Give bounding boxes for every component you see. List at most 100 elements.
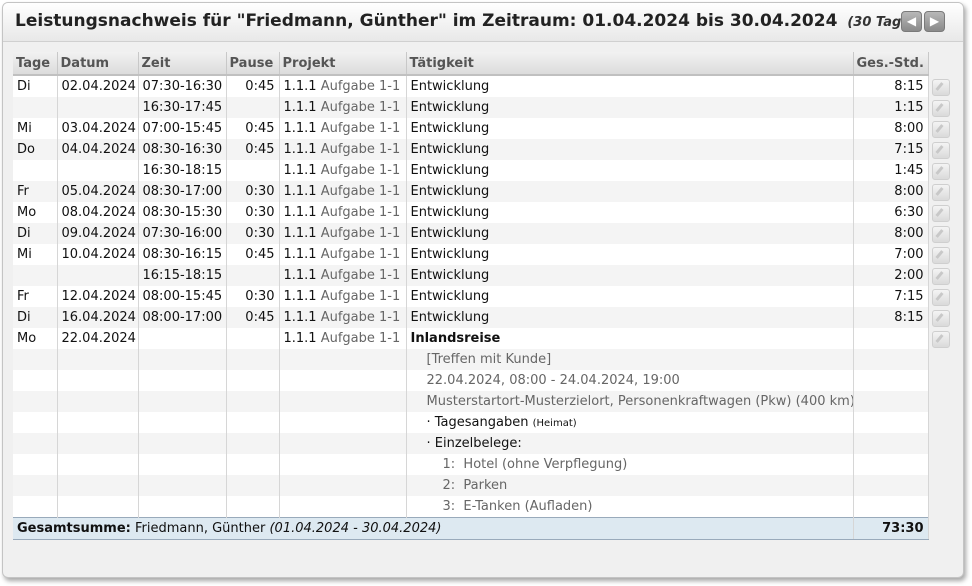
- cell-project: 1.1.1 Aufgabe 1-1: [279, 139, 407, 160]
- col-header-datum[interactable]: Datum: [57, 52, 139, 76]
- cell-hours: 8:00: [853, 118, 929, 139]
- edit-icon[interactable]: [932, 205, 950, 222]
- cell-day: Mo: [13, 202, 58, 223]
- cell-hours: 8:00: [853, 181, 929, 202]
- cell-date: [57, 97, 139, 118]
- cell-time: 07:00-15:45: [138, 118, 227, 139]
- project-code: 1.1.1: [283, 184, 317, 199]
- next-arrow-icon[interactable]: ▶: [924, 11, 945, 32]
- trip-detail-row: · Tagesangaben (Heimat): [13, 412, 929, 433]
- table-row: Di 09.04.2024 07:30-16:00 0:30 1.1.1 Aufgabe…: [13, 223, 929, 244]
- col-header-ges-std[interactable]: Ges.-Std.: [853, 52, 929, 76]
- receipt-text: E-Tanken (Aufladen): [463, 499, 593, 514]
- cell-pause: 0:30: [226, 181, 280, 202]
- cell-activity: Inlandsreise: [406, 328, 854, 349]
- cell-hours: 7:15: [853, 286, 929, 307]
- cell-pause: 0:30: [226, 223, 280, 244]
- cell-pause: [226, 97, 280, 118]
- col-header-tage[interactable]: Tage: [13, 52, 58, 76]
- cell-date: [57, 265, 139, 286]
- table-row: Di 16.04.2024 08:00-17:00 0:45 1.1.1 Aufgabe…: [13, 307, 929, 328]
- cell-date: 04.04.2024: [57, 139, 139, 160]
- receipt-row: 1: Hotel (ohne Verpflegung): [13, 454, 929, 475]
- trip-detail-row: [Treffen mit Kunde]: [13, 349, 929, 370]
- cell-date: 05.04.2024: [57, 181, 139, 202]
- receipt-item: 1: Hotel (ohne Verpflegung): [406, 454, 854, 475]
- cell-activity: Entwicklung: [406, 244, 854, 265]
- edit-icon[interactable]: [932, 79, 950, 96]
- project-name: Aufgabe 1-1: [320, 331, 401, 346]
- cell-time: 16:30-17:45: [138, 97, 227, 118]
- cell-day: Di: [13, 75, 58, 97]
- cell-project: 1.1.1 Aufgabe 1-1: [279, 97, 407, 118]
- project-code: 1.1.1: [283, 142, 317, 157]
- cell-activity: Entwicklung: [406, 307, 854, 328]
- cell-project: 1.1.1 Aufgabe 1-1: [279, 160, 407, 181]
- edit-icon[interactable]: [932, 121, 950, 138]
- edit-icon[interactable]: [932, 247, 950, 264]
- cell-day: [13, 97, 58, 118]
- cell-date: 10.04.2024: [57, 244, 139, 265]
- daily-label: · Tagesangaben: [426, 415, 529, 430]
- receipt-number: 1:: [442, 457, 456, 472]
- edit-icon[interactable]: [932, 331, 950, 348]
- cell-project: 1.1.1 Aufgabe 1-1: [279, 265, 407, 286]
- table-row: Mo 08.04.2024 08:30-15:30 0:30 1.1.1 Aufgabe…: [13, 202, 929, 223]
- edit-icon[interactable]: [932, 163, 950, 180]
- cell-hours: 1:15: [853, 97, 929, 118]
- total-row: Gesamtsumme: Friedmann, Günther (01.04.2…: [13, 517, 929, 540]
- cell-hours: 6:30: [853, 202, 929, 223]
- edit-icon[interactable]: [932, 289, 950, 306]
- cell-activity: Entwicklung: [406, 139, 854, 160]
- cell-day: [13, 160, 58, 181]
- project-name: Aufgabe 1-1: [320, 184, 401, 199]
- trip-detail-row: Musterstartort-Musterzielort, Personenkr…: [13, 391, 929, 412]
- cell-hours: 1:45: [853, 160, 929, 181]
- edit-icon[interactable]: [932, 100, 950, 117]
- edit-icon[interactable]: [932, 142, 950, 159]
- col-header-projekt[interactable]: Projekt: [279, 52, 407, 76]
- cell-day: [13, 265, 58, 286]
- cell-activity: Entwicklung: [406, 118, 854, 139]
- edit-icon[interactable]: [932, 310, 950, 327]
- timesheet-table: Tage Datum Zeit Pause Projekt Tätigkeit …: [13, 52, 929, 540]
- project-name: Aufgabe 1-1: [320, 226, 401, 241]
- edit-icon[interactable]: [932, 268, 950, 285]
- total-hours: 73:30: [853, 517, 929, 540]
- cell-time: 08:30-15:30: [138, 202, 227, 223]
- receipt-row: 3: E-Tanken (Aufladen): [13, 496, 929, 518]
- total-name: Friedmann, Günther: [135, 521, 266, 536]
- trip-period: 22.04.2024, 08:00 - 24.04.2024, 19:00: [406, 370, 854, 391]
- cell-date: 09.04.2024: [57, 223, 139, 244]
- col-header-pause[interactable]: Pause: [226, 52, 280, 76]
- project-code: 1.1.1: [283, 247, 317, 262]
- cell-day: Mi: [13, 244, 58, 265]
- edit-icon[interactable]: [932, 184, 950, 201]
- cell-day: Fr: [13, 181, 58, 202]
- cell-date: 08.04.2024: [57, 202, 139, 223]
- cell-pause: [226, 160, 280, 181]
- total-label-cell: Gesamtsumme: Friedmann, Günther (01.04.2…: [13, 517, 854, 540]
- trip-detail-row: 22.04.2024, 08:00 - 24.04.2024, 19:00: [13, 370, 929, 391]
- cell-pause: [226, 328, 280, 349]
- cell-day: Do: [13, 139, 58, 160]
- table-row: 16:30-17:45 1.1.1 Aufgabe 1-1 Entwicklung 1…: [13, 97, 929, 118]
- cell-date: 03.04.2024: [57, 118, 139, 139]
- cell-pause: 0:30: [226, 286, 280, 307]
- cell-activity: Entwicklung: [406, 160, 854, 181]
- cell-project: 1.1.1 Aufgabe 1-1: [279, 202, 407, 223]
- timesheet-table-area: Tage Datum Zeit Pause Projekt Tätigkeit …: [13, 52, 929, 540]
- previous-arrow-icon[interactable]: ◀: [901, 11, 922, 32]
- receipt-row: 2: Parken: [13, 475, 929, 496]
- trip-purpose: [Treffen mit Kunde]: [406, 349, 854, 370]
- cell-time: 16:15-18:15: [138, 265, 227, 286]
- edit-icon[interactable]: [932, 226, 950, 243]
- col-header-zeit[interactable]: Zeit: [138, 52, 227, 76]
- cell-date: 16.04.2024: [57, 307, 139, 328]
- title-text: Leistungsnachweis für "Friedmann, Günthe…: [15, 11, 838, 31]
- table-row: Mi 10.04.2024 08:30-16:15 0:45 1.1.1 Aufgabe…: [13, 244, 929, 265]
- cell-hours: [853, 328, 929, 349]
- cell-day: Di: [13, 307, 58, 328]
- col-header-taetigkeit[interactable]: Tätigkeit: [406, 52, 854, 76]
- cell-project: 1.1.1 Aufgabe 1-1: [279, 223, 407, 244]
